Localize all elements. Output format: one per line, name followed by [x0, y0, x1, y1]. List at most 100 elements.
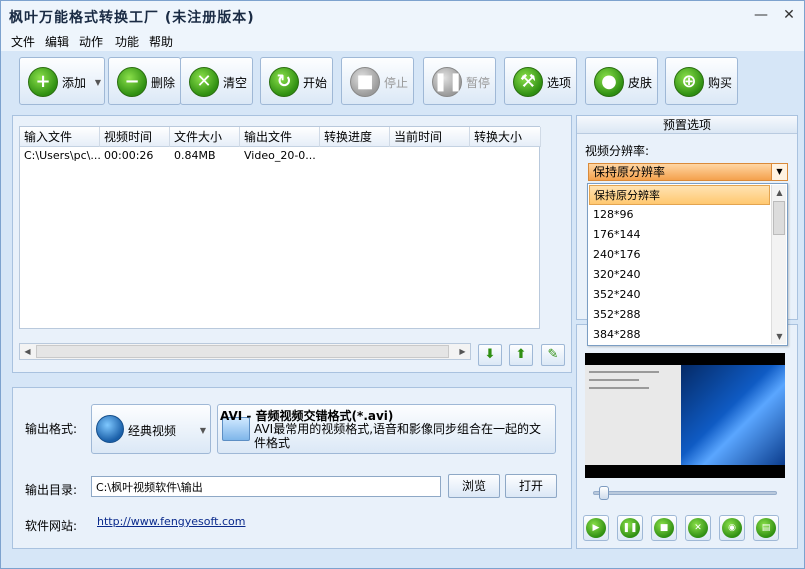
delete-label: 删除: [151, 76, 176, 90]
output-format-label: 输出格式:: [25, 422, 78, 436]
folder-icon: ▤: [756, 518, 776, 538]
horizontal-scrollbar[interactable]: ◀ ▶: [19, 343, 471, 360]
resolution-dropdown-list[interactable]: 保持原分辨率 128*96 176*144 240*176 320*240 35…: [587, 183, 788, 346]
apple-icon: ●: [594, 67, 624, 97]
list-item[interactable]: 240*176: [589, 245, 770, 265]
format-category-button[interactable]: 经典视频 ▼: [91, 404, 211, 454]
cell-input-file: C:\Users\pc\...: [24, 149, 100, 162]
stop-button[interactable]: ■ 停止: [341, 57, 414, 105]
pause-label: 暂停: [466, 76, 491, 90]
skin-label: 皮肤: [628, 76, 653, 90]
output-dir-input[interactable]: [91, 476, 441, 497]
arrow-up-icon: ⬆: [515, 347, 527, 362]
open-folder-button[interactable]: ▤: [753, 515, 779, 541]
close-button[interactable]: ✕: [776, 5, 802, 25]
format-category-label: 经典视频: [128, 424, 177, 438]
minimize-button[interactable]: —: [748, 5, 774, 25]
resolution-select[interactable]: 保持原分辨率 ▼: [588, 163, 788, 181]
pause-button[interactable]: ❚❚ 暂停: [423, 57, 496, 105]
window-title: 枫叶万能格式转换工厂 (未注册版本): [9, 10, 255, 26]
edit-button[interactable]: ✎: [541, 344, 565, 366]
clear-button[interactable]: ✕ 清空: [180, 57, 253, 105]
list-item[interactable]: 352*288: [589, 305, 770, 325]
list-item[interactable]: 128*96: [589, 205, 770, 225]
dropdown-scrollbar[interactable]: ▲ ▼: [771, 185, 786, 344]
format-description: AVI最常用的视频格式,语音和影像同步组合在一起的文件格式: [254, 422, 542, 450]
column-converted-size[interactable]: 转换大小: [470, 127, 541, 147]
resolution-selected-value: 保持原分辨率: [593, 165, 666, 179]
scroll-thumb[interactable]: [36, 345, 449, 358]
scroll-right-icon[interactable]: ▶: [455, 344, 470, 359]
file-list-header: 输入文件 视频时间 文件大小 输出文件 转换进度 当前时间 转换大小: [20, 127, 541, 147]
website-link[interactable]: http://www.fengyesoft.com: [97, 515, 246, 528]
play-button[interactable]: ▶: [583, 515, 609, 541]
stop-icon: ■: [654, 518, 674, 538]
cell-video-time: 00:00:26: [104, 149, 154, 162]
video-play-icon: [96, 415, 124, 443]
cell-output-file: Video_20-0...: [244, 149, 316, 162]
refresh-icon: ↻: [269, 67, 299, 97]
menu-edit[interactable]: 编辑: [45, 33, 69, 50]
menu-file[interactable]: 文件: [11, 33, 35, 50]
add-button[interactable]: + 添加 ▼: [19, 57, 105, 105]
column-video-time[interactable]: 视频时间: [100, 127, 170, 147]
start-label: 开始: [303, 76, 328, 90]
plus-icon: +: [28, 67, 58, 97]
preview-letterbox-top: [585, 353, 785, 365]
options-button[interactable]: ⚒ 选项: [504, 57, 577, 105]
scroll-up-icon[interactable]: ▲: [772, 185, 787, 200]
preview-line: [589, 371, 659, 373]
menu-function[interactable]: 功能: [115, 33, 139, 50]
resolution-label: 视频分辨率:: [585, 144, 650, 158]
stop-label: 停止: [384, 76, 409, 90]
cart-icon: ⊕: [674, 67, 704, 97]
open-button[interactable]: 打开: [505, 474, 557, 498]
preset-title: 预置选项: [577, 116, 797, 134]
slider-knob[interactable]: [599, 486, 610, 500]
pause-preview-button[interactable]: ❚❚: [617, 515, 643, 541]
add-label: 添加: [62, 76, 87, 90]
edit-icon: ✎: [547, 347, 559, 362]
cell-progress: [320, 147, 390, 165]
list-item[interactable]: 320*240: [589, 265, 770, 285]
move-up-button[interactable]: ⬆: [509, 344, 533, 366]
format-description-button[interactable]: AVI - 音频视频交错格式(*.avi) AVI最常用的视频格式,语音和影像同…: [217, 404, 556, 454]
column-file-size[interactable]: 文件大小: [170, 127, 240, 147]
preview-panel: ▶ ❚❚ ■ ✕ ◉ ▤: [576, 324, 798, 549]
title-bar: 枫叶万能格式转换工厂 (未注册版本) — ✕: [1, 1, 804, 31]
buy-button[interactable]: ⊕ 购买: [665, 57, 738, 105]
mute-button[interactable]: ✕: [685, 515, 711, 541]
list-item[interactable]: 保持原分辨率: [589, 185, 770, 205]
column-output-file[interactable]: 输出文件: [240, 127, 320, 147]
options-label: 选项: [547, 76, 572, 90]
scroll-left-icon[interactable]: ◀: [20, 344, 35, 359]
column-input-file[interactable]: 输入文件: [20, 127, 100, 147]
cell-converted-size: [470, 147, 541, 165]
chevron-down-icon[interactable]: ▼: [771, 164, 787, 180]
menu-help[interactable]: 帮助: [149, 33, 173, 50]
playback-slider[interactable]: [593, 486, 777, 500]
menu-action[interactable]: 动作: [79, 33, 103, 50]
snapshot-button[interactable]: ◉: [719, 515, 745, 541]
browse-button[interactable]: 浏览: [448, 474, 500, 498]
skin-button[interactable]: ● 皮肤: [585, 57, 658, 105]
scroll-down-icon[interactable]: ▼: [772, 329, 787, 344]
delete-button[interactable]: − 删除: [108, 57, 181, 105]
stop-preview-button[interactable]: ■: [651, 515, 677, 541]
column-current-time[interactable]: 当前时间: [390, 127, 470, 147]
list-item[interactable]: 176*144: [589, 225, 770, 245]
file-list[interactable]: 输入文件 视频时间 文件大小 输出文件 转换进度 当前时间 转换大小 C:\Us…: [19, 126, 541, 329]
list-item[interactable]: 352*240: [589, 285, 770, 305]
preview-wallpaper: [681, 365, 785, 465]
column-progress[interactable]: 转换进度: [320, 127, 390, 147]
start-button[interactable]: ↻ 开始: [260, 57, 333, 105]
scroll-thumb[interactable]: [773, 201, 785, 235]
preview-desktop-window: [585, 365, 681, 465]
move-down-button[interactable]: ⬇: [478, 344, 502, 366]
list-item[interactable]: 384*288: [589, 325, 770, 345]
website-label: 软件网站:: [25, 519, 78, 533]
mute-icon: ✕: [688, 518, 708, 538]
preview-line: [589, 387, 649, 389]
play-icon: ▶: [586, 518, 606, 538]
stop-icon: ■: [350, 67, 380, 97]
